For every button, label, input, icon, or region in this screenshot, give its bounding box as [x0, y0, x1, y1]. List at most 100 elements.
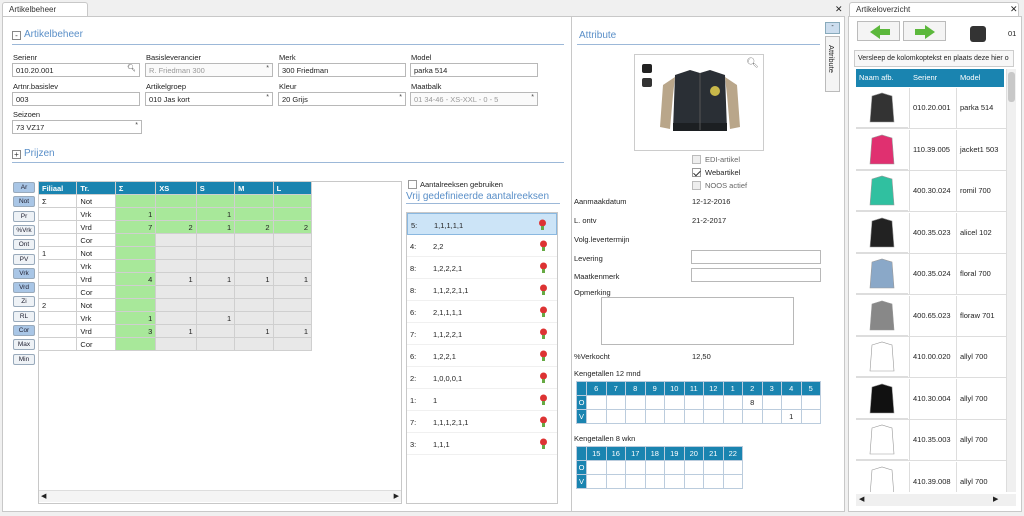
collapse-icon[interactable]: - — [12, 31, 21, 40]
grid-cell[interactable] — [195, 285, 236, 299]
aantalreeks-item[interactable]: 4: 2,2 — [407, 235, 557, 257]
grid-header[interactable]: L — [272, 181, 313, 195]
grid-cell[interactable]: 2 — [272, 220, 313, 234]
col-naam-afb[interactable]: Naam afb. — [859, 73, 894, 82]
aantalreeks-item[interactable]: 6: 1,2,2,1 — [407, 345, 557, 367]
aantalreeks-item[interactable]: 5: 1,1,1,1,1 — [407, 213, 557, 235]
overzicht-row[interactable]: 400.35.023 alicel 102 — [856, 212, 1006, 254]
grid-cell[interactable] — [272, 246, 313, 260]
scroll-left-icon[interactable]: ◀ — [859, 495, 864, 503]
grid-cell[interactable] — [234, 246, 274, 260]
grid-row[interactable]: Vrd 4 1 1 1 1 — [37, 272, 313, 286]
overzicht-row[interactable]: 400.30.024 romil 700 — [856, 171, 1006, 212]
close-icon[interactable]: ✕ — [1010, 4, 1018, 15]
grid-cell[interactable] — [272, 259, 313, 273]
side-button-vrd[interactable]: Vrd — [13, 282, 35, 294]
grid-cell[interactable] — [155, 298, 197, 312]
grid-cell[interactable] — [234, 207, 274, 221]
edit-pencil-icon[interactable] — [538, 219, 547, 230]
grid-row[interactable]: Vrk 1 1 — [37, 311, 313, 325]
grid-cell[interactable] — [155, 311, 197, 325]
grid-cell[interactable]: 1 — [155, 324, 197, 338]
side-button-pr[interactable]: Pr — [13, 210, 35, 222]
grid-row[interactable]: Vrd 3 1 1 1 — [37, 324, 313, 338]
search-icon[interactable]: 🔍︎ — [127, 64, 136, 72]
attribute-vertical-tab[interactable]: Attribute — [825, 36, 840, 92]
overzicht-row[interactable]: 400.35.024 floral 700 — [856, 254, 1006, 295]
grid-cell[interactable]: 1 — [234, 324, 274, 338]
grid-cell[interactable] — [272, 207, 313, 221]
grid-row[interactable]: Cor — [37, 337, 313, 351]
grid-header[interactable]: Tr. — [76, 181, 116, 195]
grid-cell[interactable] — [234, 194, 274, 208]
col-model[interactable]: Model — [960, 73, 980, 82]
expand-icon[interactable]: + — [12, 150, 21, 159]
side-button-cor[interactable]: Cor — [13, 325, 35, 336]
grid-row[interactable]: Cor — [37, 285, 313, 299]
grid-cell[interactable] — [114, 246, 157, 260]
tab-artikelbeheer[interactable]: Artikelbeheer — [2, 2, 88, 16]
grid-cell[interactable] — [114, 285, 157, 299]
grid-row[interactable]: Σ Not — [37, 194, 313, 208]
aantalreeksen-checkbox[interactable] — [408, 180, 417, 189]
grid-cell[interactable]: 1 — [195, 220, 236, 234]
artikelgroep-field[interactable]: 010 Jas kort * — [145, 92, 273, 106]
overzicht-row[interactable]: 110.39.005 jacket1 503 — [856, 129, 1006, 171]
grid-row[interactable]: 1 Not — [37, 246, 313, 260]
overzicht-row[interactable]: 010.20.001 parka 514 — [856, 88, 1006, 129]
grid-cell[interactable]: 1 — [195, 311, 236, 325]
grid-row[interactable]: Vrk — [37, 259, 313, 273]
grid-cell[interactable] — [195, 337, 236, 351]
grid-cell[interactable]: 1 — [195, 207, 236, 221]
grid-cell[interactable] — [234, 337, 274, 351]
scrollbar-thumb[interactable] — [1008, 72, 1015, 102]
grid-cell[interactable] — [195, 298, 236, 312]
grid-cell[interactable] — [114, 194, 157, 208]
side-button-pctvrk[interactable]: %Vrk — [13, 224, 35, 236]
aantalreeks-item[interactable]: 7: 1,1,1,2,1,1 — [407, 411, 557, 433]
grid-cell[interactable] — [195, 324, 236, 338]
side-button-pv[interactable]: PV — [13, 253, 35, 265]
grid-header[interactable]: M — [234, 181, 274, 195]
overzicht-row[interactable]: 410.00.020 allyl 700 — [856, 337, 1006, 378]
grid-cell[interactable] — [155, 194, 197, 208]
back-button[interactable] — [857, 21, 900, 41]
overzicht-row[interactable]: 410.30.004 allyl 700 — [856, 378, 1006, 420]
grid-cell[interactable] — [195, 194, 236, 208]
grid-cell[interactable] — [272, 337, 313, 351]
overzicht-list[interactable]: 010.20.001 parka 514 110.39.005 jacket1 503… — [856, 88, 1006, 492]
grid-cell[interactable] — [155, 246, 197, 260]
grid-cell[interactable]: 4 — [114, 272, 157, 286]
aantalreeks-item[interactable]: 6: 2,1,1,1,1 — [407, 301, 557, 323]
grid-cell[interactable] — [234, 285, 274, 299]
grid-cell[interactable]: 1 — [272, 324, 313, 338]
aantalreeks-item[interactable]: 8: 1,1,2,2,1,1 — [407, 279, 557, 301]
grid-header[interactable]: S — [195, 181, 236, 195]
grid-cell[interactable] — [195, 246, 236, 260]
side-button-ar[interactable]: Ar — [13, 182, 35, 193]
grid-cell[interactable]: 1 — [272, 272, 313, 286]
seizoen-field[interactable]: 73 VZ17 * — [12, 120, 142, 134]
tab-artikeloverzicht[interactable]: Artikeloverzicht — [849, 2, 1019, 16]
artnr-field[interactable]: 003 — [12, 92, 140, 106]
kleur-field[interactable]: 20 Grijs * — [278, 92, 406, 106]
grid-cell[interactable] — [114, 259, 157, 273]
edit-pencil-icon[interactable] — [539, 328, 548, 339]
grid-cell[interactable] — [155, 285, 197, 299]
edi-checkbox[interactable] — [692, 155, 701, 164]
side-button-ont[interactable]: Ont — [13, 239, 35, 251]
edit-pencil-icon[interactable] — [539, 394, 548, 405]
grid-row[interactable]: 2 Not — [37, 298, 313, 312]
edit-pencil-icon[interactable] — [539, 350, 548, 361]
grid-cell[interactable]: 2 — [155, 220, 197, 234]
grid-cell[interactable] — [272, 298, 313, 312]
side-button-zi[interactable]: Zi — [13, 296, 35, 308]
side-button-rl[interactable]: RL — [13, 310, 35, 322]
close-icon[interactable]: ✕ — [835, 4, 843, 15]
aantalreeks-item[interactable]: 7: 1,1,2,2,1 — [407, 323, 557, 345]
edit-pencil-icon[interactable] — [539, 306, 548, 317]
grid-cell[interactable]: 1 — [114, 207, 157, 221]
edit-pencil-icon[interactable] — [539, 372, 548, 383]
scroll-right-icon[interactable]: ▶ — [394, 492, 399, 500]
maatkenmerk-field[interactable] — [691, 268, 821, 282]
